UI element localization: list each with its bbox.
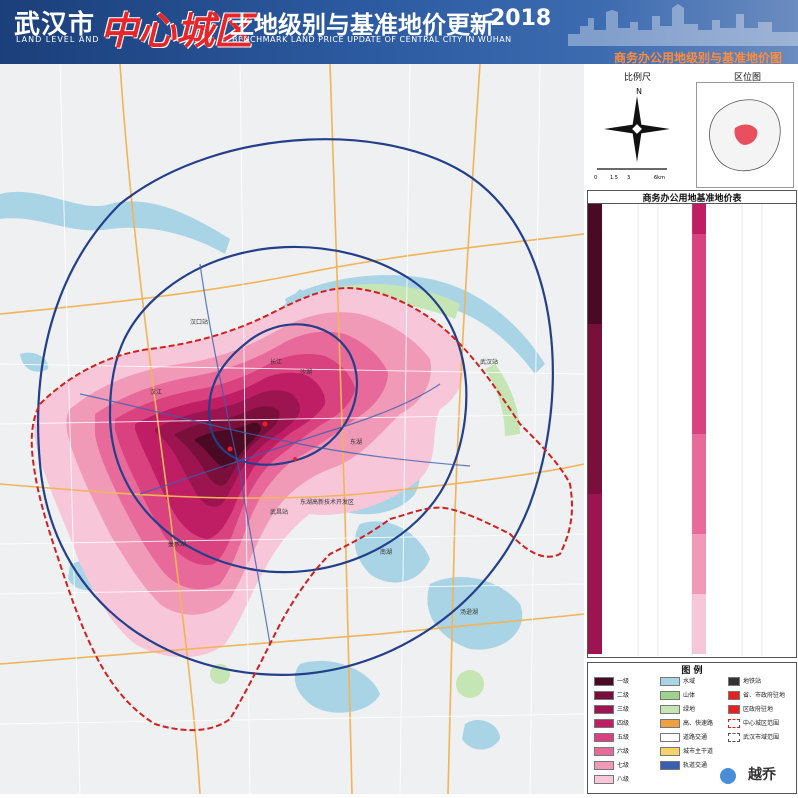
wechat-icon [720, 768, 736, 784]
north-arrow-icon: N 0 1.5 3 6km [594, 87, 670, 181]
legend-level-8: 八级 [594, 775, 629, 784]
scale-title: 比例尺 [624, 73, 652, 83]
label-hankou-station: 汉口站 [190, 318, 208, 326]
scale-tick: 0 [594, 175, 597, 181]
legend-metro: 轨道交通 [660, 761, 707, 770]
watermark: 越乔 [748, 767, 776, 783]
legend-metro-station: 地铁站 [728, 677, 761, 686]
city-name-en: LAND LEVEL AND [16, 35, 100, 44]
legend-level-7: 七级 [594, 761, 629, 770]
label-tangxunhu: 汤逊湖 [460, 608, 478, 616]
scale-tick: 3 [627, 175, 630, 181]
north-label: N [636, 87, 642, 96]
legend-level-3: 三级 [594, 705, 629, 714]
label-wuhan-station: 武汉站 [480, 358, 498, 366]
legend-gov-seat: 省、市政府驻地 [728, 691, 785, 700]
location-map [696, 82, 794, 188]
legend-expressway: 高、快速路 [660, 719, 713, 728]
legend-central-boundary: 中心城区范围 [728, 719, 779, 728]
side-panel: 比例尺 区位图 N 0 1.5 3 6km 商务办公用地基准地价表 图 例 一级… [584, 64, 798, 794]
legend-level-5: 五级 [594, 733, 629, 742]
label-hanjiang: 汉江 [150, 388, 162, 396]
label-moshuihu: 墨水湖 [168, 540, 186, 548]
legend-mountain: 山体 [660, 691, 695, 700]
label-donghu: 东湖 [350, 438, 362, 446]
legend-level-6: 六级 [594, 747, 629, 756]
legend-title: 图 例 [681, 666, 703, 676]
legend-road: 道路交通 [660, 733, 707, 742]
label-east-lake-hitech: 东湖高新技术开发区 [300, 498, 354, 506]
legend-level-2: 二级 [594, 691, 629, 700]
price-table-title: 商务办公用地基准地价表 [588, 191, 796, 204]
map-canvas: 长江 汉江 东湖 南湖 汤逊湖 沙湖 墨水湖 武汉站 汉口站 武昌站 东湖高新技… [0, 63, 585, 795]
legend-city-boundary: 武汉市域范围 [728, 733, 779, 742]
price-table-grid [588, 204, 763, 656]
label-nanhu: 南湖 [380, 548, 392, 556]
title-banner: 武汉市 LAND LEVEL AND 中心城区 土地级别与基准地价更新 BENC… [0, 0, 798, 64]
legend-green: 绿地 [660, 705, 695, 714]
label-shahu: 沙湖 [300, 368, 312, 376]
legend-level-1: 一级 [594, 677, 629, 686]
scale-tick: 6km [654, 175, 665, 181]
map-title-en: BENCHMARK LAND PRICE UPDATE OF CENTRAL C… [232, 35, 512, 44]
legend-water: 水域 [660, 677, 695, 686]
skyline-illustration [568, 4, 798, 46]
label-yangtze: 长江 [270, 358, 282, 366]
map-year: 2018 [490, 6, 552, 31]
label-wuchang-station: 武昌站 [270, 508, 288, 516]
legend-level-4: 四级 [594, 719, 629, 728]
legend-district-gov: 区政府驻地 [728, 705, 773, 714]
main-map[interactable]: 长江 汉江 东湖 南湖 汤逊湖 沙湖 墨水湖 武汉站 汉口站 武昌站 东湖高新技… [0, 63, 585, 795]
legend-main-road: 城市主干道 [660, 747, 713, 756]
price-table: 商务办公用地基准地价表 [587, 190, 797, 658]
scale-tick: 1.5 [610, 175, 618, 181]
map-subtitle: 商务办公用地级别与基准地价图 [613, 51, 782, 64]
